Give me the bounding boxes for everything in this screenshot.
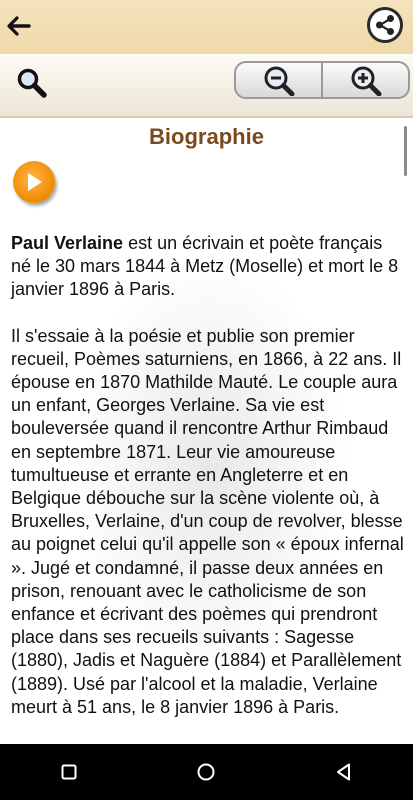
app-header — [0, 0, 413, 54]
home-button[interactable] — [176, 752, 236, 792]
recent-apps-button[interactable] — [39, 752, 99, 792]
intro-paragraph: Paul Verlaine est un écrivain et poète f… — [11, 232, 407, 302]
recent-apps-icon — [61, 764, 77, 780]
home-icon — [197, 763, 215, 781]
zoom-control — [234, 61, 410, 99]
zoom-out-button[interactable] — [236, 63, 321, 97]
play-audio-button[interactable] — [13, 161, 55, 203]
share-button[interactable] — [367, 7, 403, 43]
zoom-out-icon — [264, 66, 294, 96]
biography-content[interactable]: Biographie Paul Verlaine est un écrivain… — [0, 118, 413, 744]
zoom-in-icon — [351, 66, 381, 96]
biography-text: Paul Verlaine est un écrivain et poète f… — [11, 232, 407, 742]
arrow-left-icon — [7, 16, 31, 36]
toolbar — [0, 54, 413, 118]
page-title: Biographie — [149, 124, 264, 149]
share-icon — [376, 15, 394, 35]
search-button[interactable] — [15, 66, 49, 100]
zoom-in-button[interactable] — [321, 63, 408, 97]
system-nav-bar — [0, 744, 413, 800]
back-button[interactable] — [4, 10, 34, 42]
back-triangle-icon — [337, 763, 351, 781]
nav-back-button[interactable] — [314, 752, 374, 792]
play-icon — [28, 173, 42, 191]
search-icon — [17, 68, 47, 98]
biography-paragraph: Il s'essaie à la poésie et publie son pr… — [11, 325, 404, 717]
author-name: Paul Verlaine — [11, 233, 124, 253]
